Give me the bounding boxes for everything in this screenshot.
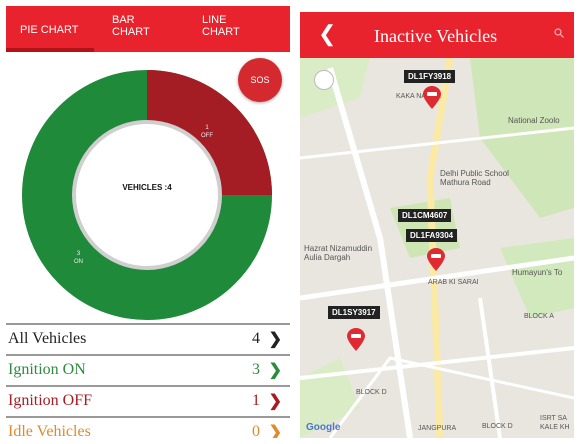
- place-label: ISRT SA KALE KH: [540, 415, 570, 431]
- place-label: ARAB KI SARAI: [428, 279, 479, 286]
- vehicle-marker-label[interactable]: DL1FY3918: [404, 70, 456, 83]
- google-logo: Google: [306, 422, 341, 433]
- list-item-count: 0: [252, 423, 260, 438]
- app-bar: ❮ Inactive Vehicles: [300, 12, 574, 58]
- segment-off-count: 1: [205, 125, 209, 131]
- place-label: BLOCK D: [356, 389, 387, 396]
- list-item-label: Idle Vehicles: [8, 423, 91, 438]
- car-pin-icon[interactable]: [346, 328, 366, 352]
- list-item-count: 1: [252, 392, 260, 409]
- active-tab-indicator: [6, 48, 94, 52]
- segment-on-label: 3 ON: [74, 250, 83, 266]
- chevron-right-icon: ❯: [268, 362, 282, 379]
- page-title: Inactive Vehicles: [374, 26, 498, 46]
- place-label: National Zoolo: [508, 116, 560, 125]
- vehicle-marker-label[interactable]: DL1CM4607: [398, 209, 452, 222]
- donut-chart: [22, 70, 272, 320]
- chart-tabs: PIE CHART BAR CHART LINE CHART: [6, 6, 290, 52]
- compass-icon[interactable]: [314, 70, 334, 90]
- car-pin-icon[interactable]: [426, 248, 446, 272]
- chevron-right-icon: ❯: [268, 424, 282, 438]
- chevron-right-icon: ❯: [268, 393, 282, 410]
- list-item-label: Ignition OFF: [8, 392, 93, 409]
- place-label: Hazrat Nizamuddin Aulia Dargah: [304, 244, 373, 262]
- vehicle-marker-label[interactable]: DL1FA9304: [406, 229, 458, 242]
- vehicle-marker-label[interactable]: DL1SY3917: [328, 306, 380, 319]
- tab-bar-chart[interactable]: BAR CHART: [112, 14, 152, 38]
- segment-off-label: 1 OFF: [201, 124, 213, 140]
- chevron-right-icon: ❯: [268, 331, 282, 348]
- list-item-ignition-on[interactable]: Ignition ON 3 ❯: [6, 356, 290, 387]
- list-item-count: 4: [252, 330, 260, 347]
- donut-hole: [72, 120, 222, 270]
- back-icon[interactable]: ❮: [318, 21, 336, 47]
- vehicle-status-list: All Vehicles 4 ❯ Ignition ON 3 ❯ Ignitio…: [6, 323, 290, 438]
- segment-on-count: 3: [76, 251, 81, 257]
- list-item-idle-vehicles[interactable]: Idle Vehicles 0 ❯: [6, 418, 290, 438]
- segment-on-text: ON: [74, 259, 83, 265]
- list-item-label: All Vehicles: [8, 330, 87, 347]
- place-label: BLOCK A: [524, 313, 554, 320]
- chart-panel: PIE CHART BAR CHART LINE CHART SOS VEHIC…: [6, 6, 290, 438]
- place-label: Humayun's To: [512, 268, 563, 277]
- vehicles-total-label: VEHICLES :4: [122, 183, 172, 192]
- place-label: Delhi Public School Mathura Road: [440, 169, 509, 187]
- list-item-all-vehicles[interactable]: All Vehicles 4 ❯: [6, 323, 290, 356]
- search-icon[interactable]: [554, 28, 564, 38]
- segment-off-text: OFF: [201, 133, 213, 139]
- list-item-ignition-off[interactable]: Ignition OFF 1 ❯: [6, 387, 290, 418]
- place-label: BLOCK D: [482, 423, 513, 430]
- tab-pie-chart[interactable]: PIE CHART: [20, 24, 78, 36]
- list-item-count: 3: [252, 361, 260, 378]
- place-label: JANGPURA: [418, 425, 457, 432]
- map-panel: ❮ Inactive Vehicles KAKA NAGAR National …: [300, 12, 574, 438]
- list-item-label: Ignition ON: [8, 361, 86, 378]
- tab-line-chart[interactable]: LINE CHART: [202, 14, 250, 38]
- car-pin-icon[interactable]: [422, 86, 442, 110]
